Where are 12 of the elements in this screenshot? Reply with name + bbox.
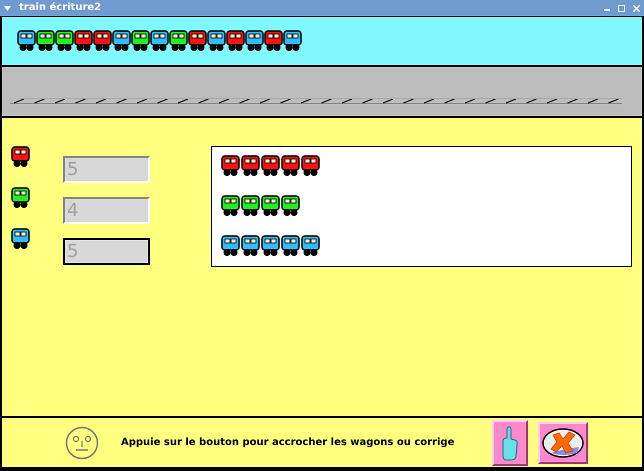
number-field[interactable]: 4 — [63, 197, 150, 224]
instruction-text: Appuie sur le bouton pour accrocher les wagons ou corrige — [121, 436, 456, 450]
cancel-button[interactable] — [538, 422, 588, 464]
window-title: train écriture2 — [19, 3, 102, 13]
cross-icon — [541, 426, 585, 458]
validate-button[interactable] — [492, 420, 528, 466]
number-field[interactable]: 5 — [63, 238, 150, 265]
close-icon[interactable] — [633, 4, 640, 12]
number-field[interactable]: 5 — [63, 156, 150, 183]
neutral-face-icon — [65, 426, 99, 460]
menu-icon[interactable] — [4, 6, 11, 10]
maximize-icon[interactable] — [618, 4, 625, 12]
